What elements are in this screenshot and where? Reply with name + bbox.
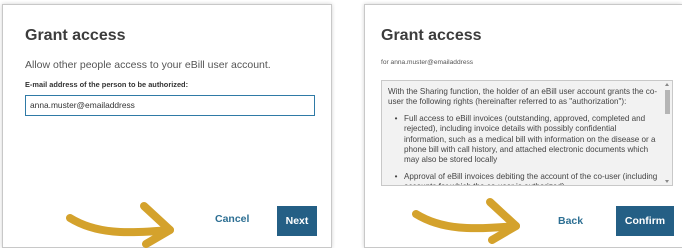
bullet-icon: • [394, 171, 398, 181]
dialog-intro-text: Allow other people access to your eBill … [25, 59, 271, 71]
scroll-down-icon[interactable] [665, 180, 669, 183]
list-item: • Full access to eBill invoices (outstan… [388, 114, 658, 166]
authorization-terms-box[interactable]: With the Sharing function, the holder of… [381, 80, 673, 186]
confirm-button[interactable]: Confirm [616, 206, 674, 236]
cancel-button[interactable]: Cancel [215, 213, 249, 225]
grant-access-dialog-step1: Grant access Allow other people access t… [2, 4, 332, 248]
scroll-up-icon[interactable] [665, 83, 669, 86]
dialog-title: Grant access [25, 27, 126, 44]
email-field-label: E-mail address of the person to be autho… [25, 80, 189, 89]
list-item: • Approval of eBill invoices debiting th… [388, 171, 658, 185]
list-item-text: Full access to eBill invoices (outstandi… [404, 113, 656, 165]
terms-content: With the Sharing function, the holder of… [382, 81, 672, 185]
back-button[interactable]: Back [558, 215, 583, 227]
list-item-text: Approval of eBill invoices debiting the … [404, 171, 658, 185]
vertical-scrollbar[interactable] [664, 82, 671, 184]
grant-access-dialog-step2: Grant access for anna.muster@emailaddres… [364, 4, 682, 248]
dialog-title: Grant access [381, 27, 482, 44]
terms-intro: With the Sharing function, the holder of… [388, 87, 658, 107]
next-button[interactable]: Next [277, 206, 317, 236]
email-field[interactable]: anna.muster@emailaddress [25, 95, 315, 116]
scrollbar-thumb[interactable] [665, 90, 670, 114]
bullet-icon: • [394, 113, 398, 123]
dialog-subtitle: for anna.muster@emailaddress [381, 59, 474, 66]
